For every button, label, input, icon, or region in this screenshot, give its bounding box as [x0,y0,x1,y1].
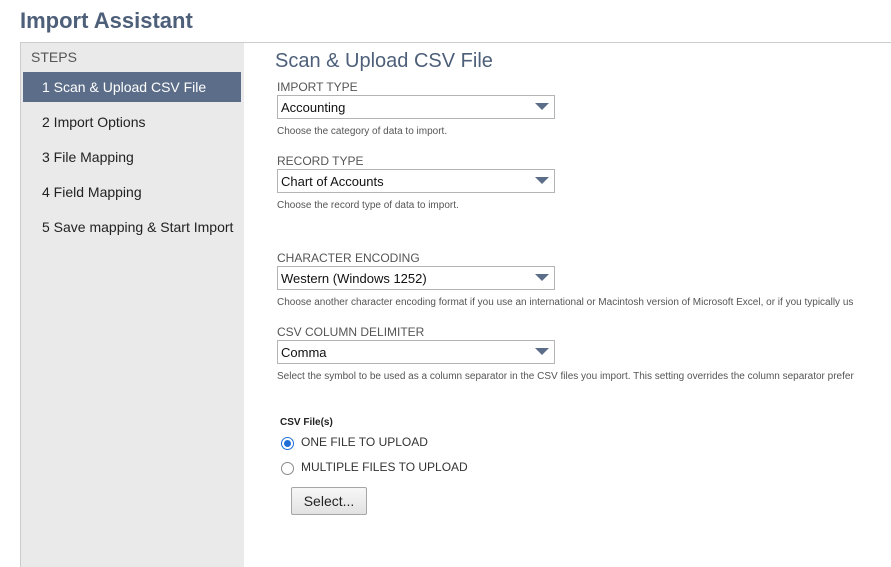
record-type-help: Choose the record type of data to import… [277,200,459,211]
csv-delimiter-value: Comma [281,345,327,360]
radio-dot [284,440,291,447]
character-encoding-label: CHARACTER ENCODING [277,251,420,265]
step-list: 1 Scan & Upload CSV File 2 Import Option… [23,72,241,247]
csv-delimiter-help: Select the symbol to be used as a column… [277,371,854,382]
page-title: Import Assistant [20,8,193,33]
triangle-down-icon [535,177,549,184]
record-type-select[interactable]: Chart of Accounts [277,169,555,193]
csv-delimiter-label: CSV COLUMN DELIMITER [277,325,425,339]
csv-delimiter-select[interactable]: Comma [277,340,555,364]
step-file-mapping[interactable]: 3 File Mapping [23,142,241,172]
character-encoding-select[interactable]: Western (Windows 1252) [277,266,555,290]
main-content: Scan & Upload CSV File IMPORT TYPE Accou… [274,43,891,567]
step-import-options[interactable]: 2 Import Options [23,107,241,137]
radio-checked-icon[interactable] [281,437,294,450]
steps-sidebar: STEPS 1 Scan & Upload CSV File 2 Import … [21,43,244,567]
import-type-select[interactable]: Accounting [277,95,555,119]
import-type-label: IMPORT TYPE [277,80,358,94]
select-file-button[interactable]: Select... [291,487,367,515]
record-type-value: Chart of Accounts [281,174,384,189]
triangle-down-icon [535,348,549,355]
radio-unchecked-icon[interactable] [281,462,294,475]
character-encoding-field: CHARACTER ENCODING Western (Windows 1252… [277,251,853,308]
steps-heading: STEPS [31,49,77,65]
csv-delimiter-field: CSV COLUMN DELIMITER Comma Select the sy… [277,325,854,382]
step-field-mapping[interactable]: 4 Field Mapping [23,177,241,207]
csv-files-label: CSV File(s) [280,417,333,428]
radio-multiple-files-label: MULTIPLE FILES TO UPLOAD [301,460,468,474]
record-type-field: RECORD TYPE Chart of Accounts Choose the… [277,154,555,211]
import-type-help: Choose the category of data to import. [277,126,448,137]
import-type-value: Accounting [281,100,346,115]
character-encoding-value: Western (Windows 1252) [281,271,427,286]
step-scan-upload[interactable]: 1 Scan & Upload CSV File [23,72,241,102]
radio-one-file-label: ONE FILE TO UPLOAD [301,435,428,449]
triangle-down-icon [535,274,549,281]
import-type-field: IMPORT TYPE Accounting Choose the catego… [277,80,555,137]
character-encoding-help: Choose another character encoding format… [277,297,854,308]
record-type-label: RECORD TYPE [277,154,364,168]
section-title: Scan & Upload CSV File [275,50,493,72]
step-save-start-import[interactable]: 5 Save mapping & Start Import [23,212,241,242]
triangle-down-icon [535,103,549,110]
import-assistant-panel: STEPS 1 Scan & Upload CSV File 2 Import … [20,42,891,567]
